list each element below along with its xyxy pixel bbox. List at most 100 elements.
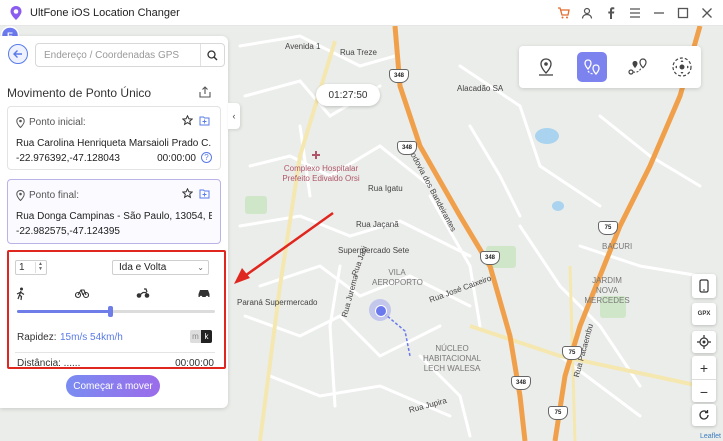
search-box xyxy=(35,43,225,67)
car-icon[interactable] xyxy=(197,287,211,299)
minimize-icon[interactable] xyxy=(651,5,667,21)
single-spot-route-icon xyxy=(584,59,600,75)
zoom-out-button[interactable]: − xyxy=(692,380,716,403)
start-address: Rua Carolina Henriqueta Marsaioli Prado … xyxy=(16,138,212,149)
highway-shield: 75 xyxy=(598,221,618,235)
help-icon[interactable]: ? xyxy=(201,152,212,163)
chevron-down-icon: ⌄ xyxy=(197,263,204,272)
end-address: Rua Donga Campinas - São Paulo, 13054, B… xyxy=(16,211,212,222)
map-label-habitacional: HABITACIONAL xyxy=(422,354,482,363)
motorcycle-icon[interactable] xyxy=(136,287,150,299)
speed-slider[interactable] xyxy=(17,306,215,317)
start-time: 00:00:00 xyxy=(157,153,196,164)
cart-icon[interactable] xyxy=(555,5,571,21)
map-attribution[interactable]: Leaflet xyxy=(700,433,721,440)
facebook-icon[interactable] xyxy=(603,5,619,21)
speed-slider-thumb[interactable] xyxy=(108,306,114,317)
export-icon[interactable] xyxy=(199,86,211,98)
repeat-count-stepper[interactable]: 1 ▲ ▼ xyxy=(15,260,47,275)
crosshair-icon xyxy=(697,335,711,349)
map-label-avenida1: Avenida 1 xyxy=(285,42,321,51)
hospital-icon xyxy=(312,151,320,159)
locate-me-button[interactable] xyxy=(692,331,716,353)
unit-k-option[interactable]: k xyxy=(201,330,212,343)
unit-m-option[interactable]: m xyxy=(190,330,201,343)
start-point-card: Ponto inicial: Rua Carolina Henriqueta M… xyxy=(7,106,221,170)
chevron-left-icon: ‹ xyxy=(232,111,236,121)
map-label-rua-igatu: Rua Igatu xyxy=(368,184,403,193)
highway-shield: 75 xyxy=(548,406,568,420)
title-bar: UltFone iOS Location Changer xyxy=(0,0,723,26)
joystick-mode-button[interactable] xyxy=(667,52,697,82)
zoom-in-button[interactable]: + xyxy=(692,356,716,379)
mode-toolbar xyxy=(519,46,701,88)
map-label-nova: NOVA xyxy=(595,286,619,295)
map-label-lech: LECH WALESA xyxy=(423,364,481,373)
teleport-icon xyxy=(539,58,553,76)
walk-icon[interactable] xyxy=(15,287,27,301)
map-label-mercedes: MERCEDES xyxy=(584,296,630,305)
close-icon[interactable] xyxy=(699,5,715,21)
teleport-mode-button[interactable] xyxy=(531,52,561,82)
multi-spot-route-icon xyxy=(628,58,647,75)
speed-value: 15m/s 54km/h xyxy=(60,332,123,343)
joystick-icon xyxy=(672,57,692,77)
map-label-parana: Paraná Supermercado xyxy=(237,298,318,307)
search-input[interactable] xyxy=(42,44,197,66)
left-panel: Movimento de Ponto Único Ponto inicial: … xyxy=(0,36,228,408)
highway-shield: 348 xyxy=(389,69,409,83)
refresh-icon xyxy=(699,410,709,420)
map-label-alacadao: Alacadão SA xyxy=(457,84,504,93)
refresh-button[interactable] xyxy=(692,404,716,426)
map-label-jardim: JARDIM xyxy=(592,276,622,285)
highway-shield: 348 xyxy=(480,251,500,265)
current-location-marker[interactable] xyxy=(369,299,391,321)
folder-icon[interactable] xyxy=(199,115,210,126)
location-pin-icon xyxy=(16,190,25,201)
bike-icon[interactable] xyxy=(75,287,89,299)
map-label-bacuri: BACURI xyxy=(602,242,633,251)
highway-shield: 348 xyxy=(397,141,417,155)
app-logo-icon xyxy=(10,5,22,20)
distance-label: Distância: ...... xyxy=(17,358,81,369)
app-title: UltFone iOS Location Changer xyxy=(30,6,180,19)
map-label-vila: VILA xyxy=(388,268,406,277)
start-moving-button[interactable]: Começar a mover xyxy=(66,375,160,397)
start-point-label: Ponto inicial: xyxy=(29,117,86,128)
highway-shield: 348 xyxy=(511,376,531,390)
device-button[interactable] xyxy=(692,274,716,298)
back-button[interactable] xyxy=(8,44,28,64)
route-mode-select[interactable]: Ida e Volta ⌄ xyxy=(112,260,209,275)
single-spot-mode-button[interactable] xyxy=(577,52,607,82)
collapse-panel-button[interactable]: ‹ xyxy=(228,103,240,129)
maximize-icon[interactable] xyxy=(675,5,691,21)
arrow-left-icon xyxy=(13,50,22,58)
start-coords: -22.976392,-47.128043 xyxy=(16,153,120,164)
multi-spot-mode-button[interactable] xyxy=(623,52,653,82)
map-label-complexo: Complexo Hospitalar xyxy=(283,164,359,173)
gpx-button[interactable]: GPX xyxy=(692,303,716,325)
repeat-count-value: 1 xyxy=(19,262,25,273)
highway-shield: 75 xyxy=(562,346,582,360)
divider xyxy=(15,352,215,353)
end-coords: -22.982575,-47.124395 xyxy=(16,226,120,237)
map-label-prefeito: Prefeito Edivaldo Orsi xyxy=(282,174,360,183)
end-point-card: Ponto final: Rua Donga Campinas - São Pa… xyxy=(7,179,221,244)
speed-label: Rapidez: xyxy=(17,332,57,343)
end-point-label: Ponto final: xyxy=(29,190,80,201)
distance-time: 00:00:00 xyxy=(175,358,214,369)
movement-settings: 1 ▲ ▼ Ida e Volta ⌄ Rapidez: 15m/s 54km/… xyxy=(7,250,226,369)
route-mode-value: Ida e Volta xyxy=(119,262,167,273)
device-icon xyxy=(699,279,709,293)
star-icon[interactable] xyxy=(182,188,193,199)
speed-unit-toggle[interactable]: m k xyxy=(190,330,212,343)
search-icon xyxy=(207,49,218,60)
map-label-aeroporto: AEROPORTO xyxy=(372,278,423,287)
menu-icon[interactable] xyxy=(627,5,643,21)
annotation-arrow xyxy=(234,211,334,284)
user-icon[interactable] xyxy=(579,5,595,21)
panel-title: Movimento de Ponto Único xyxy=(7,86,152,100)
folder-icon[interactable] xyxy=(199,188,210,199)
star-icon[interactable] xyxy=(182,115,193,126)
search-button[interactable] xyxy=(200,44,224,66)
